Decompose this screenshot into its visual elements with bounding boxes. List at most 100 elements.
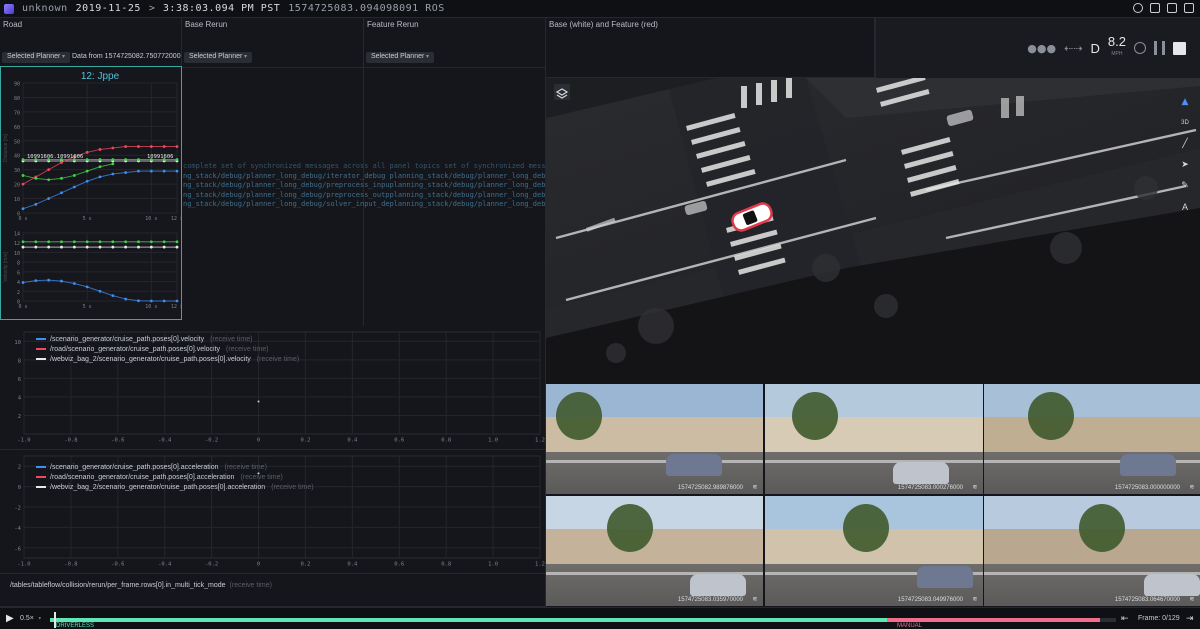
camera-feed[interactable]: 1574725082.989876000 ≋ bbox=[546, 384, 764, 495]
camera-menu-icon[interactable]: ≋ bbox=[1190, 483, 1194, 491]
data-point bbox=[149, 240, 153, 244]
data-point bbox=[34, 245, 38, 249]
data-point bbox=[124, 145, 128, 148]
data-point bbox=[34, 202, 38, 206]
map-3d-view[interactable] bbox=[546, 78, 1200, 384]
3d-icon[interactable]: 3D bbox=[1179, 117, 1191, 129]
parked-car bbox=[893, 462, 949, 484]
layers-icon[interactable] bbox=[554, 84, 570, 100]
x-tick-label: -1.0 bbox=[17, 562, 30, 568]
camera-menu-icon[interactable]: ≋ bbox=[1190, 595, 1194, 603]
layout-icon[interactable] bbox=[1184, 3, 1194, 13]
data-point bbox=[98, 289, 102, 293]
y-tick-label: 14 bbox=[14, 232, 20, 238]
y-tick-label: 70 bbox=[14, 110, 20, 116]
camera-feed[interactable]: 1574725083.064670000 ≋ bbox=[984, 496, 1200, 607]
velocity-plot-panel: 10 8 6 4 2 -1.0 -0.8 -0.6 -0.4 -0.2 0 0.2 0.4 0.6 0.8 1… bbox=[0, 326, 546, 450]
x-tick-label: 10 s bbox=[145, 304, 157, 310]
help-icon[interactable] bbox=[1133, 3, 1143, 13]
x-tick-label: 5 s bbox=[83, 304, 92, 310]
data-point bbox=[111, 172, 115, 176]
table-topic[interactable]: /tables/tableflow/collision/rerun/per_fr… bbox=[10, 582, 272, 589]
legend-time[interactable]: (receive time) bbox=[226, 346, 268, 353]
data-point bbox=[21, 182, 25, 186]
legend-time[interactable]: (receive time) bbox=[225, 464, 267, 471]
map-panel-title: Base (white) and Feature (red) bbox=[549, 20, 658, 29]
legend-row[interactable]: /scenario_generator/cruise_path.poses[0]… bbox=[36, 334, 299, 344]
data-point bbox=[175, 299, 179, 303]
data-point bbox=[47, 197, 51, 200]
legend-time[interactable]: (receive time) bbox=[210, 336, 252, 343]
data-point bbox=[21, 158, 25, 161]
speed-dropdown-icon[interactable]: ▾ bbox=[38, 615, 42, 622]
velocity-chart: 141210864200 s5 s10 s12 sVelocity [m/s] bbox=[3, 232, 181, 311]
speed-unit: MPH bbox=[1111, 51, 1123, 57]
topic-line: complete set of synchronized messages ac… bbox=[183, 162, 546, 170]
camera-feed[interactable]: 1574725083.035970000 ≋ bbox=[546, 496, 764, 607]
table-topic-time[interactable]: (receive time) bbox=[230, 582, 272, 589]
y-tick-label: -2 bbox=[14, 506, 21, 512]
legend-time[interactable]: (receive time) bbox=[240, 474, 282, 481]
data-point bbox=[162, 245, 166, 249]
legend-row[interactable]: /road/scenario_generator/cruise_path.pos… bbox=[36, 344, 299, 354]
camera-menu-icon[interactable]: ≋ bbox=[753, 483, 757, 491]
data-point bbox=[98, 240, 102, 244]
step-forward-icon[interactable]: ⇥ bbox=[1186, 614, 1194, 624]
camera-timestamp: 1574725082.989876000 bbox=[677, 485, 743, 491]
text-icon[interactable]: A bbox=[1179, 201, 1191, 213]
legend-time[interactable]: (receive time) bbox=[271, 484, 313, 491]
y-tick-label: 50 bbox=[14, 139, 20, 145]
x-tick-label: 0.2 bbox=[300, 562, 310, 568]
source-label[interactable]: unknown bbox=[22, 3, 68, 14]
add-panel-icon[interactable] bbox=[1167, 3, 1177, 13]
base-planner-select[interactable]: Selected Planner bbox=[184, 52, 253, 63]
camera-feed[interactable]: 1574725083.000276000 ≋ bbox=[765, 384, 984, 495]
playback-speed[interactable]: 0.5× bbox=[20, 615, 34, 622]
step-back-icon[interactable]: ⇤ bbox=[1121, 614, 1129, 624]
x-tick-label: 0.4 bbox=[347, 438, 358, 444]
link-icon[interactable] bbox=[1150, 3, 1160, 13]
legend-row[interactable]: /road/scenario_generator/cruise_path.pos… bbox=[36, 472, 314, 482]
north-arrow-icon[interactable]: ▲ bbox=[1179, 96, 1191, 108]
base-panel-title: Base Rerun bbox=[185, 20, 228, 29]
data-point bbox=[85, 245, 89, 249]
x-tick-label: 0 bbox=[257, 562, 260, 568]
camera-feed[interactable]: 1574725083.000000000 ≋ bbox=[984, 384, 1200, 495]
data-point bbox=[162, 240, 166, 244]
parked-car bbox=[666, 454, 722, 476]
timeline-track[interactable] bbox=[50, 612, 1116, 628]
legend-row[interactable]: /scenario_generator/cruise_path.poses[0]… bbox=[36, 462, 314, 472]
camera-feed[interactable]: 1574725083.049976000 ≋ bbox=[765, 496, 984, 607]
x-tick-label: -0.6 bbox=[111, 438, 124, 444]
pencil-icon[interactable]: ✎ bbox=[1179, 180, 1191, 192]
camera-menu-icon[interactable]: ≋ bbox=[753, 595, 757, 603]
data-point bbox=[47, 240, 51, 244]
data-point bbox=[162, 145, 166, 148]
select-icon[interactable]: ➤ bbox=[1179, 159, 1191, 171]
x-tick-label: -0.4 bbox=[158, 562, 172, 568]
data-point bbox=[137, 240, 140, 244]
acceleration-plot-legend: /scenario_generator/cruise_path.poses[0]… bbox=[36, 462, 314, 492]
table-topic-label: /tables/tableflow/collision/rerun/per_fr… bbox=[10, 582, 226, 589]
camera-menu-icon[interactable]: ≋ bbox=[973, 483, 977, 491]
data-point bbox=[98, 175, 102, 179]
acceleration-plot-panel: 2 0 -2 -4 -6 -1.0 -0.8 -0.6 -0.4 -0.2 0 0.2 0.4 0.6 0.… bbox=[0, 450, 546, 574]
legend-swatch bbox=[36, 486, 46, 488]
legend-label: /scenario_generator/cruise_path.poses[0]… bbox=[50, 463, 219, 471]
legend-row[interactable]: /webviz_bag_2/scenario_generator/cruise_… bbox=[36, 482, 314, 492]
data-point bbox=[21, 174, 25, 177]
x-tick-label: -0.4 bbox=[158, 438, 172, 444]
x-tick-label: -0.8 bbox=[64, 562, 77, 568]
data-point bbox=[47, 178, 51, 182]
ruler-icon[interactable]: ╱ bbox=[1179, 138, 1191, 150]
feature-planner-select[interactable]: Selected Planner bbox=[366, 52, 435, 63]
legend-time[interactable]: (receive time) bbox=[257, 356, 299, 363]
camera-menu-icon[interactable]: ≋ bbox=[973, 595, 977, 603]
play-icon[interactable]: ▶ bbox=[6, 613, 14, 624]
road-planner-select[interactable]: Selected Planner bbox=[2, 52, 71, 63]
legend-row[interactable]: /webviz_bag_2/scenario_generator/cruise_… bbox=[36, 354, 299, 364]
camera-timestamp: 1574725083.000000000 bbox=[1114, 485, 1180, 491]
data-point bbox=[175, 145, 179, 148]
data-point bbox=[21, 281, 25, 284]
x-tick-label: -0.6 bbox=[111, 562, 124, 568]
